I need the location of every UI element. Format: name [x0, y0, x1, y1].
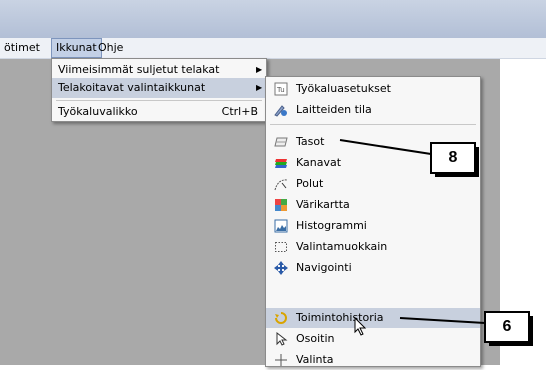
callout-line-8: [339, 139, 432, 155]
callout-8: 8: [430, 142, 476, 174]
callout-lines: [339, 139, 486, 324]
callout-6: 6: [484, 311, 530, 343]
callout-line-6: [399, 317, 486, 324]
